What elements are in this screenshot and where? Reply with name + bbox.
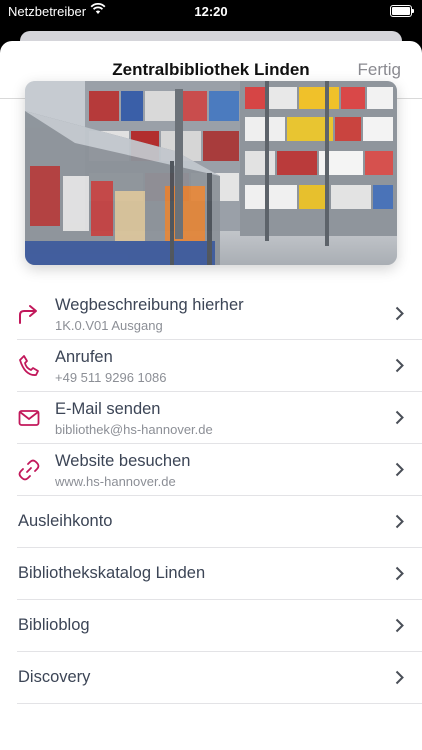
call-detail: +49 511 9296 1086	[55, 370, 167, 385]
email-detail: bibliothek@hs-hannover.de	[55, 422, 213, 437]
blog-label: Biblioblog	[18, 616, 90, 634]
clock: 12:20	[194, 4, 228, 19]
website-label: Website besuchen	[55, 452, 191, 470]
action-row-email[interactable]: E-Mail senden bibliothek@hs-hannover.de	[17, 392, 422, 444]
discovery-label: Discovery	[18, 668, 91, 686]
detail-list: Wegbeschreibung hierher 1K.0.V01 Ausgang…	[0, 288, 422, 704]
chevron-right-icon	[395, 462, 404, 477]
chevron-right-icon	[395, 618, 404, 633]
mail-icon	[17, 406, 41, 430]
link-row-catalog[interactable]: Bibliothekskatalog Linden	[17, 548, 422, 600]
chevron-right-icon	[395, 306, 404, 321]
battery-icon	[390, 5, 414, 17]
status-bar: Netzbetreiber 12:20	[0, 0, 422, 22]
action-row-directions[interactable]: Wegbeschreibung hierher 1K.0.V01 Ausgang	[17, 288, 422, 340]
call-label: Anrufen	[55, 348, 113, 366]
directions-detail: 1K.0.V01 Ausgang	[55, 318, 163, 333]
link-row-loan-account[interactable]: Ausleihkonto	[17, 496, 422, 548]
directions-label: Wegbeschreibung hierher	[55, 296, 244, 314]
done-button[interactable]: Fertig	[358, 60, 401, 80]
link-row-discovery[interactable]: Discovery	[17, 652, 422, 704]
directions-arrow-icon	[17, 302, 41, 326]
action-row-call[interactable]: Anrufen +49 511 9296 1086	[17, 340, 422, 392]
website-detail: www.hs-hannover.de	[55, 474, 176, 489]
chevron-right-icon	[395, 410, 404, 425]
email-label: E-Mail senden	[55, 400, 161, 418]
loan-account-label: Ausleihkonto	[18, 512, 113, 530]
chevron-right-icon	[395, 358, 404, 373]
chevron-right-icon	[395, 514, 404, 529]
phone-icon	[17, 354, 41, 378]
link-icon	[17, 458, 41, 482]
chevron-right-icon	[395, 566, 404, 581]
catalog-label: Bibliothekskatalog Linden	[18, 564, 206, 582]
link-row-blog[interactable]: Biblioblog	[17, 600, 422, 652]
action-row-website[interactable]: Website besuchen www.hs-hannover.de	[17, 444, 422, 496]
library-photo	[25, 81, 397, 265]
chevron-right-icon	[395, 670, 404, 685]
